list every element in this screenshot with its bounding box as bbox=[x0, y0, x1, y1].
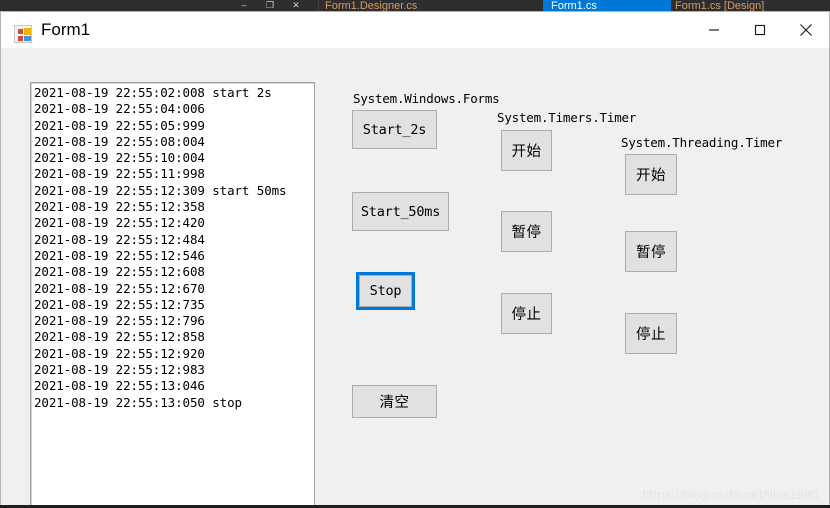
minimize-button[interactable] bbox=[691, 12, 737, 48]
listbox-item[interactable]: 2021-08-19 22:55:12:920 bbox=[34, 346, 314, 362]
vs-tab-form1-cs-design[interactable]: Form1.cs [Design] bbox=[675, 0, 764, 11]
threading-start-button[interactable]: 开始 bbox=[625, 154, 677, 195]
start-50ms-button[interactable]: Start_50ms bbox=[352, 192, 449, 231]
group-label-timers-timer: System.Timers.Timer bbox=[497, 110, 637, 125]
titlebar[interactable]: Form1 bbox=[1, 12, 829, 48]
vs-maximize-icon[interactable]: ❐ bbox=[258, 0, 282, 11]
timers-stop-button[interactable]: 停止 bbox=[501, 293, 552, 334]
vs-toolbar-region bbox=[0, 0, 230, 11]
timers-pause-button[interactable]: 暂停 bbox=[501, 211, 552, 252]
log-listbox[interactable]: 2021-08-19 22:55:02:008 start 2s 2021-08-… bbox=[30, 82, 315, 508]
background-vs-window-strip: – ❐ ✕ Form1.Designer.cs Form1.cs Form1.c… bbox=[0, 0, 830, 11]
form1-window: Form1 2021-08-19 22:55:02:008 start 2s 20… bbox=[0, 11, 830, 508]
listbox-item[interactable]: 2021-08-19 22:55:13:050 stop bbox=[34, 395, 314, 411]
form-client-area: 2021-08-19 22:55:02:008 start 2s 2021-08-… bbox=[1, 48, 829, 508]
close-button[interactable] bbox=[783, 12, 829, 48]
listbox-item[interactable]: 2021-08-19 22:55:13:046 bbox=[34, 378, 314, 394]
listbox-item[interactable]: 2021-08-19 22:55:04:006 bbox=[34, 101, 314, 117]
listbox-item[interactable]: 2021-08-19 22:55:12:858 bbox=[34, 329, 314, 345]
group-label-threading-timer: System.Threading.Timer bbox=[621, 135, 783, 150]
listbox-item[interactable]: 2021-08-19 22:55:12:309 start 50ms bbox=[34, 183, 314, 199]
form-designer-icon bbox=[14, 25, 32, 43]
stop-button[interactable]: Stop bbox=[356, 272, 415, 310]
clear-button[interactable]: 清空 bbox=[352, 385, 437, 418]
listbox-item[interactable]: 2021-08-19 22:55:12:608 bbox=[34, 264, 314, 280]
timers-start-button[interactable]: 开始 bbox=[501, 130, 552, 171]
listbox-item[interactable]: 2021-08-19 22:55:10:004 bbox=[34, 150, 314, 166]
listbox-item[interactable]: 2021-08-19 22:55:05:999 bbox=[34, 118, 314, 134]
listbox-item[interactable]: 2021-08-19 22:55:12:796 bbox=[34, 313, 314, 329]
listbox-item[interactable]: 2021-08-19 22:55:12:670 bbox=[34, 281, 314, 297]
listbox-item[interactable]: 2021-08-19 22:55:11:998 bbox=[34, 166, 314, 182]
group-label-windows-forms: System.Windows.Forms bbox=[353, 91, 500, 106]
vs-tab-form1-designer[interactable]: Form1.Designer.cs bbox=[325, 0, 417, 11]
listbox-item[interactable]: 2021-08-19 22:55:12:484 bbox=[34, 232, 314, 248]
threading-stop-button[interactable]: 停止 bbox=[625, 313, 677, 354]
vs-minimize-icon[interactable]: – bbox=[232, 0, 256, 11]
listbox-item[interactable]: 2021-08-19 22:55:12:983 bbox=[34, 362, 314, 378]
listbox-item[interactable]: 2021-08-19 22:55:12:735 bbox=[34, 297, 314, 313]
screen: – ❐ ✕ Form1.Designer.cs Form1.cs Form1.c… bbox=[0, 0, 830, 508]
listbox-item[interactable]: 2021-08-19 22:55:02:008 start 2s bbox=[34, 85, 314, 101]
listbox-item[interactable]: 2021-08-19 22:55:12:358 bbox=[34, 199, 314, 215]
vs-tab-form1-cs[interactable]: Form1.cs bbox=[543, 0, 671, 11]
window-title: Form1 bbox=[41, 20, 91, 39]
listbox-item[interactable]: 2021-08-19 22:55:12:420 bbox=[34, 215, 314, 231]
listbox-item[interactable]: 2021-08-19 22:55:08:004 bbox=[34, 134, 314, 150]
vs-separator bbox=[318, 0, 319, 11]
vs-close-icon[interactable]: ✕ bbox=[284, 0, 308, 11]
listbox-item[interactable]: 2021-08-19 22:55:12:546 bbox=[34, 248, 314, 264]
threading-pause-button[interactable]: 暂停 bbox=[625, 231, 677, 272]
watermark: https://blog.csdn.net/lljss1980 bbox=[642, 487, 819, 502]
start-2s-button[interactable]: Start_2s bbox=[352, 110, 437, 149]
maximize-button[interactable] bbox=[737, 12, 783, 48]
